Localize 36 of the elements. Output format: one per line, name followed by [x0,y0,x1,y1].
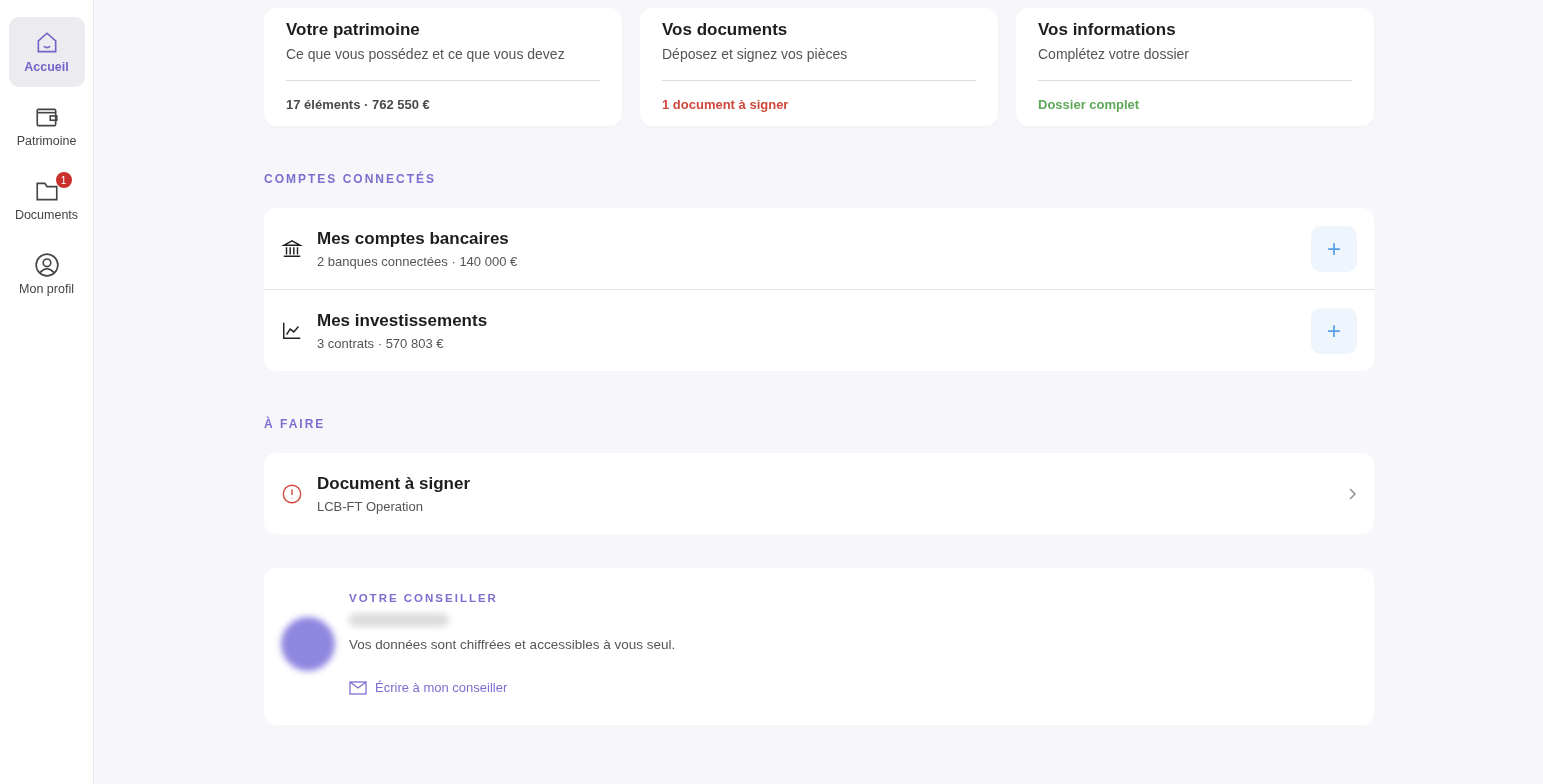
summary-card[interactable]: Votre patrimoine Ce que vous possédez et ce que vous devez 17 éléments · 762 550 € [264,8,622,126]
contact-link[interactable]: Écrire à mon conseiller [349,680,676,695]
summary-card[interactable]: Vos documents Déposez et signez vos pièces 1 document à signer [640,8,998,126]
user-icon [33,252,60,278]
card-title: Vos informations [1038,20,1177,40]
card-subtitle: Ce que vous possédez et ce que vous devez [286,46,600,81]
card-subtitle: Complétez votre dossier [1038,46,1352,81]
sidebar-item[interactable]: Mon profil [8,239,85,309]
avatar [281,616,335,671]
section-heading: À FAIRE [264,417,327,431]
account-detail: 3 contrats · 570 803 € [317,335,445,351]
todo-title: Document à signer [317,473,472,494]
alert-icon [281,482,303,505]
account-title: Mes investissements [317,310,489,331]
sidebar-item[interactable]: Patrimoine [8,91,85,161]
todo-item[interactable]: Document à signer LCB-FT Operation [264,453,1374,534]
card-status: 17 éléments · 762 550 € [286,97,431,112]
section-heading: VOTRE CONSEILLER [349,592,499,604]
sidebar-item[interactable]: 1 Documents [8,165,85,235]
card-subtitle: Déposez et signez vos pièces [662,46,976,81]
link-text: Écrire à mon conseiller [375,680,508,695]
card-status: Dossier complet [1038,97,1141,112]
todo-detail: LCB-FT Operation [317,498,424,514]
bank-icon [281,237,303,260]
account-detail: 2 banques connectées · 140 000 € [317,253,519,269]
chevron-right-icon [1347,486,1357,501]
section-heading: COMPTES CONNECTÉS [264,172,437,186]
sidebar-item[interactable]: Accueil [8,17,85,87]
card-title: Vos documents [662,20,789,40]
mail-icon [349,680,367,695]
card-status: 1 document à signer [662,97,790,112]
account-title: Mes comptes bancaires [317,228,510,249]
card-title: Votre patrimoine [286,20,421,40]
notification-badge: 1 [55,172,72,188]
summary-card[interactable]: Vos informations Complétez votre dossier Dossier complet [1016,8,1374,126]
privacy-note: Vos données sont chiffrées et accessibles à vous seul. [349,637,676,652]
